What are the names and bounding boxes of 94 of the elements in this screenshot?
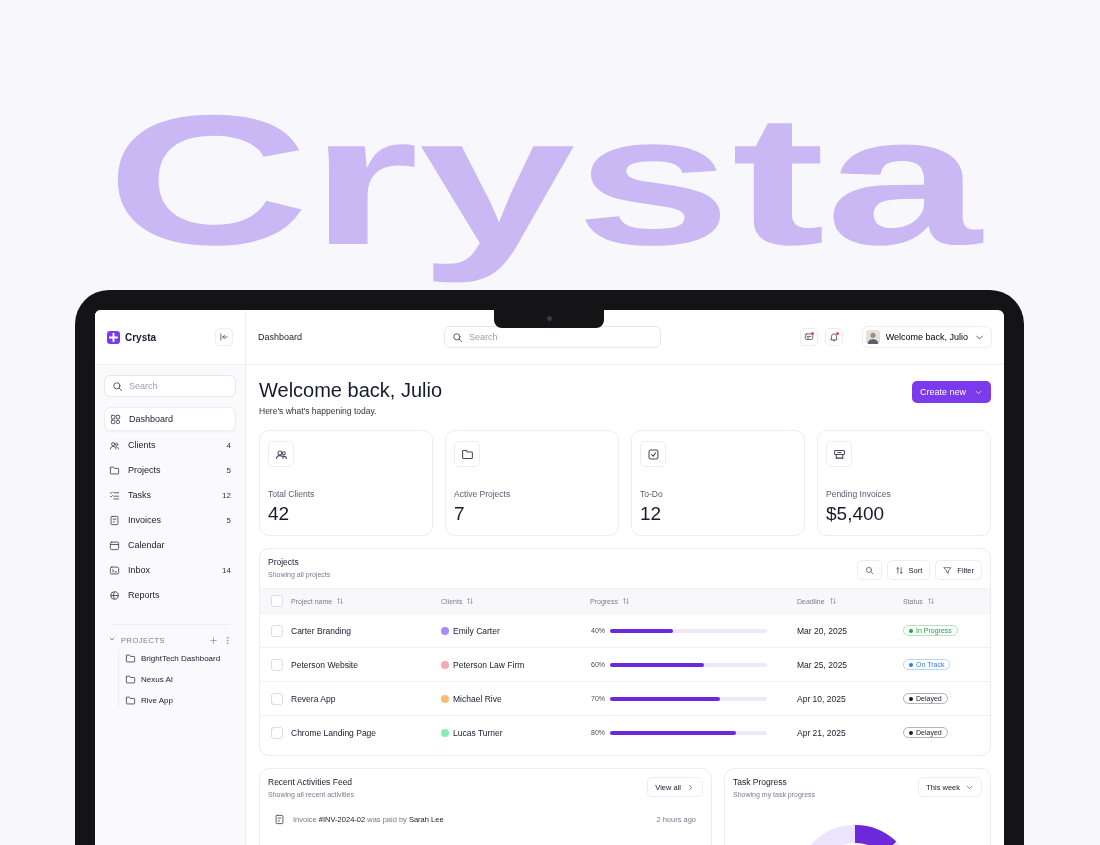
checklist-icon <box>109 489 120 501</box>
filter-icon <box>943 565 953 575</box>
brand-wordmark: Crysta <box>105 76 985 285</box>
table-cell-text: Carter Branding <box>291 625 352 636</box>
panel-title: Recent Activities Feed <box>268 777 354 787</box>
nav-item[interactable]: Inbox 14 <box>104 559 236 581</box>
page-title: Welcome back, Julio <box>259 379 443 402</box>
grid-icon <box>110 413 121 425</box>
stat-label: Pending Invoices <box>826 489 891 499</box>
panel-title: Task Progress <box>733 777 788 787</box>
folder-icon <box>460 447 474 461</box>
checkbox[interactable] <box>271 595 283 607</box>
bell-icon <box>828 332 839 342</box>
stat-label: Total Clients <box>268 489 315 499</box>
avatar <box>441 660 449 669</box>
inbox-icon <box>109 564 120 576</box>
table-cell-text: Peterson Website <box>291 659 359 670</box>
nav-item[interactable]: Clients 4 <box>104 434 236 456</box>
folder-icon <box>125 694 136 706</box>
avatar <box>441 626 449 635</box>
notifications-button[interactable] <box>824 328 843 346</box>
item-count: 12 <box>222 490 231 500</box>
item-count: 5 <box>226 515 231 525</box>
sort-icon <box>336 597 345 605</box>
folder-icon <box>125 673 136 685</box>
table-cell-text: Apr 10, 2025 <box>797 693 847 704</box>
user-menu-button[interactable]: Welcome back, Julio <box>861 326 992 348</box>
stat-label: Active Projects <box>454 489 511 499</box>
nav-item[interactable]: Calendar <box>104 534 236 556</box>
avatar <box>441 694 449 703</box>
search-field[interactable]: Search <box>104 375 236 397</box>
table-cell-text: Mar 20, 2025 <box>797 625 849 636</box>
sort-icon <box>926 597 935 605</box>
nav-item[interactable]: Tasks 12 <box>104 484 236 506</box>
calendar-icon <box>109 539 120 551</box>
stat-value: 12 <box>640 503 662 525</box>
checkbox[interactable] <box>271 658 283 671</box>
client-name: Emily Carter <box>453 625 500 636</box>
chevron-down-icon[interactable] <box>108 635 116 643</box>
item-count: 14 <box>222 565 231 575</box>
document-icon <box>109 514 120 526</box>
project-link[interactable]: Nexus AI <box>125 671 236 687</box>
nav-item[interactable]: Reports <box>104 584 236 606</box>
globe-icon <box>109 589 120 601</box>
sort-icon <box>622 597 630 605</box>
more-icon[interactable] <box>223 635 232 645</box>
project-link[interactable]: Rive App <box>125 692 236 708</box>
checkbox-icon <box>646 447 660 461</box>
receipt-icon <box>832 447 846 461</box>
create-new-button[interactable]: Create new <box>911 381 991 403</box>
table-cell-text: Mar 25, 2025 <box>797 659 849 670</box>
users-icon <box>109 439 120 451</box>
logo-icon <box>107 330 120 344</box>
collapse-icon <box>219 332 229 342</box>
sort-icon <box>894 565 904 575</box>
client-name: Michael Rive <box>453 693 502 704</box>
search-icon <box>864 565 874 575</box>
logo-text: Crysta <box>125 331 157 343</box>
panel-title: Projects <box>268 557 300 567</box>
breadcrumb: Dashboard <box>258 332 304 342</box>
page-subtitle: Here's what's happening today. <box>259 406 378 416</box>
table-cell-text: Revera App <box>291 693 337 704</box>
message-icon <box>803 332 814 342</box>
checkbox[interactable] <box>271 692 283 705</box>
nav-item[interactable]: Projects 5 <box>104 459 236 481</box>
users-icon <box>274 447 288 461</box>
stat-label: To-Do <box>640 489 663 499</box>
messages-button[interactable] <box>799 328 818 346</box>
stat-value: 7 <box>454 503 465 525</box>
nav-item[interactable]: Invoices 5 <box>104 509 236 531</box>
stat-value: $5,400 <box>826 503 885 525</box>
checkbox[interactable] <box>271 726 283 739</box>
collapse-sidebar-button[interactable] <box>215 328 233 346</box>
sort-icon <box>828 597 837 605</box>
item-count: 4 <box>226 440 231 450</box>
stat-value: 42 <box>268 503 290 525</box>
table-cell-text: Apr 21, 2025 <box>797 727 847 738</box>
project-link[interactable]: BrightTech Dashboard <box>125 650 236 666</box>
sort-icon <box>466 597 475 605</box>
search-button[interactable] <box>856 560 882 580</box>
folder-icon <box>109 464 120 476</box>
client-name: Lucas Turner <box>453 727 503 738</box>
item-count: 5 <box>226 465 231 475</box>
table-cell-text: Chrome Landing Page <box>291 727 378 738</box>
plus-icon[interactable] <box>209 635 218 645</box>
checkbox[interactable] <box>271 624 283 637</box>
avatar <box>865 330 880 344</box>
folder-icon <box>125 652 136 664</box>
document-icon <box>274 814 285 825</box>
client-name: Peterson Law Firm <box>453 659 525 670</box>
chevron-right-icon <box>686 782 695 792</box>
avatar <box>441 728 449 737</box>
search-field[interactable]: Search <box>444 326 661 348</box>
nav-item[interactable]: Dashboard <box>104 407 236 431</box>
